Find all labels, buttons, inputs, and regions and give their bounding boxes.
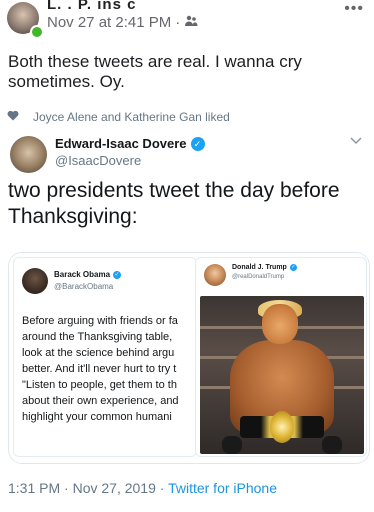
tweet-footer: 1:31 PM · Nov 27, 2019 · Twitter for iPh… [8,480,277,496]
tweet-text: two presidents tweet the day before Than… [8,179,340,228]
obama-name-row: Barack Obama ✓ [54,270,122,279]
boxer-photo [200,296,364,454]
obama-text-line: "Listen to people, get them to th [22,379,177,391]
obama-text-line: look at the science behind argu [22,347,175,359]
trump-handle: @realDonaldTrump [232,274,285,280]
liked-by-text: Joyce Alene and Katherine Gan liked [33,110,230,124]
boxing-glove-icon [222,436,242,454]
heart-icon [7,110,19,124]
obama-handle: @BarackObama [54,282,114,291]
post-text: Both these tweets are real. I wanna cry … [8,52,302,91]
verified-badge-icon: ✓ [113,270,122,279]
trump-name: Donald J. Trump [232,264,287,271]
belt-plate [270,411,294,443]
obama-text-line: about their own experience, and [22,395,179,407]
post-author-name[interactable]: L. . P. ins c [47,0,136,9]
online-status-icon [30,25,44,39]
obama-text-line: around the Thanksgiving table, [22,331,173,343]
tweet-author-avatar[interactable] [10,136,47,173]
more-options-button[interactable]: ••• [344,0,364,18]
friends-icon [184,14,198,31]
trump-avatar [204,264,226,286]
post-timestamp[interactable]: Nov 27 at 2:41 PM [47,14,171,31]
trump-tweet-card: Donald J. Trump ✓ @realDonaldTrump [195,257,367,457]
verified-badge-icon: ✓ [289,264,297,271]
meta-separator: · [175,14,181,31]
boxer-head [262,304,298,344]
tweet-source-link[interactable]: Twitter for iPhone [168,480,277,496]
fb-post-header: L. . P. ins c Nov 27 at 2:41 PM · ••• [0,0,374,40]
tweet-screenshot: Joyce Alene and Katherine Gan liked Edwa… [0,104,374,512]
obama-tweet-card: Barack Obama ✓ @BarackObama Before argui… [13,257,197,457]
tweet-timestamp[interactable]: 1:31 PM · Nov 27, 2019 · [8,480,168,496]
tweet-author-name-row: Edward-Isaac Dovere ✓ [55,136,205,151]
boxing-glove-icon [322,436,342,454]
obama-tweet-text: Before arguing with friends or fa around… [22,313,196,425]
post-meta: Nov 27 at 2:41 PM · [47,14,198,31]
verified-badge-icon: ✓ [190,136,205,151]
trump-name-row: Donald J. Trump ✓ [232,264,297,271]
obama-name: Barack Obama [54,270,111,279]
obama-text-line: better. And it'll never hurt to try t [22,363,177,375]
chevron-down-icon[interactable] [350,136,362,148]
obama-text-line: Before arguing with friends or fa [22,315,178,327]
tweet-image[interactable]: Barack Obama ✓ @BarackObama Before argui… [8,252,370,464]
liked-by-line: Joyce Alene and Katherine Gan liked [7,110,230,124]
obama-avatar [22,268,48,294]
obama-text-line: highlight your common humani [22,411,172,423]
tweet-author-handle[interactable]: @IsaacDovere [55,153,141,168]
tweet-author-name[interactable]: Edward-Isaac Dovere [55,136,187,151]
